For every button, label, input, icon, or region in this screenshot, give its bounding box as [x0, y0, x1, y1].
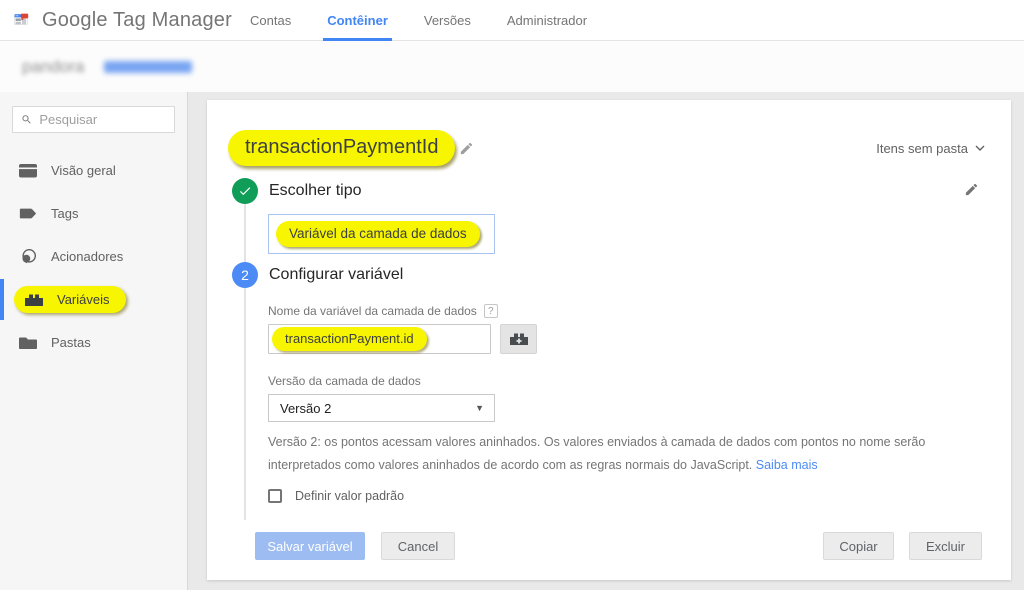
copy-button[interactable]: Copiar: [823, 532, 894, 560]
version-select-value: Versão 2: [280, 401, 331, 416]
edit-title-icon[interactable]: [459, 141, 474, 156]
sidebar-item-label: Acionadores: [51, 249, 123, 264]
default-value-option[interactable]: Definir valor padrão: [268, 489, 1011, 503]
search-input[interactable]: [39, 112, 166, 127]
checkmark-icon: [238, 184, 252, 198]
sidebar-item-label: Tags: [51, 206, 78, 221]
name-field-label: Nome da variável da camada de dados: [268, 304, 477, 318]
delete-button[interactable]: Excluir: [909, 532, 982, 560]
variable-name-value: transactionPayment.id: [272, 327, 427, 351]
sidebar-item-pastas[interactable]: Pastas: [0, 321, 187, 364]
container-id-blurred[interactable]: [104, 61, 192, 73]
version-description: Versão 2: os pontos acessam valores anin…: [268, 431, 976, 477]
variable-icon: [24, 293, 44, 307]
account-name-blurred[interactable]: pandora: [22, 57, 84, 77]
version-select[interactable]: Versão 2 ▼: [268, 394, 495, 422]
trigger-icon: [18, 248, 38, 265]
variable-title: transactionPaymentId: [228, 130, 455, 166]
help-icon[interactable]: ?: [484, 304, 498, 318]
step1-heading: Escolher tipo: [269, 182, 362, 200]
gtm-logo[interactable]: Google Tag Manager: [0, 6, 232, 34]
sidebar-item-label: Variáveis: [57, 292, 110, 307]
main-area: transactionPaymentId Itens sem pasta Esc…: [188, 92, 1024, 590]
sidebar-item-tags[interactable]: Tags: [0, 192, 187, 235]
tag-icon: [18, 207, 38, 220]
sidebar-item-label: Visão geral: [51, 163, 116, 178]
nav-tab-conteiner[interactable]: Contêiner: [309, 0, 406, 41]
container-breadcrumb-bar: pandora: [0, 41, 1024, 92]
selected-type-box[interactable]: Variável da camada de dados: [268, 214, 495, 254]
folder-dropdown-label: Itens sem pasta: [876, 141, 968, 156]
sidebar-item-acionadores[interactable]: Acionadores: [0, 235, 187, 278]
version-description-text: Versão 2: os pontos acessam valores anin…: [268, 435, 925, 472]
lego-brick-plus-icon: [509, 332, 529, 346]
learn-more-link[interactable]: Saiba mais: [756, 458, 818, 472]
step1-done-badge: [232, 178, 258, 204]
variable-picker-button[interactable]: [500, 324, 537, 354]
top-nav: Contas Contêiner Versões Administrador: [232, 0, 605, 41]
folder-dropdown[interactable]: Itens sem pasta: [876, 141, 985, 156]
save-variable-button[interactable]: Salvar variável: [255, 532, 365, 560]
default-value-label: Definir valor padrão: [295, 489, 404, 503]
default-value-checkbox[interactable]: [268, 489, 282, 503]
overview-icon: [18, 164, 38, 178]
highlight-annotation: Variáveis: [14, 286, 126, 313]
nav-tab-administrador[interactable]: Administrador: [489, 0, 605, 41]
nav-tab-versoes[interactable]: Versões: [406, 0, 489, 41]
variable-name-input[interactable]: transactionPayment.id: [268, 324, 491, 354]
search-box[interactable]: [12, 106, 175, 133]
sidebar-item-variaveis[interactable]: Variáveis: [0, 278, 187, 321]
variable-editor-card: transactionPaymentId Itens sem pasta Esc…: [207, 100, 1011, 580]
app-title: Google Tag Manager: [42, 9, 232, 32]
sidebar: Visão geral Tags Acionadores V: [0, 92, 188, 590]
nav-tab-contas[interactable]: Contas: [232, 0, 309, 41]
step2-number-badge: 2: [232, 262, 258, 288]
search-icon: [21, 113, 32, 126]
gtm-logo-icon: [14, 6, 33, 34]
sidebar-item-visao-geral[interactable]: Visão geral: [0, 149, 187, 192]
step-connector-line: [244, 204, 246, 520]
app-header: Google Tag Manager Contas Contêiner Vers…: [0, 0, 1024, 41]
version-field-label: Versão da camada de dados: [268, 374, 421, 388]
step2-heading: Configurar variável: [269, 266, 403, 284]
cancel-button[interactable]: Cancel: [381, 532, 455, 560]
folder-icon: [18, 336, 38, 350]
triangle-down-icon: ▼: [475, 403, 484, 413]
selected-type-value: Variável da camada de dados: [276, 221, 480, 247]
sidebar-item-label: Pastas: [51, 335, 91, 350]
chevron-down-icon: [975, 145, 985, 151]
edit-type-icon[interactable]: [964, 182, 979, 202]
